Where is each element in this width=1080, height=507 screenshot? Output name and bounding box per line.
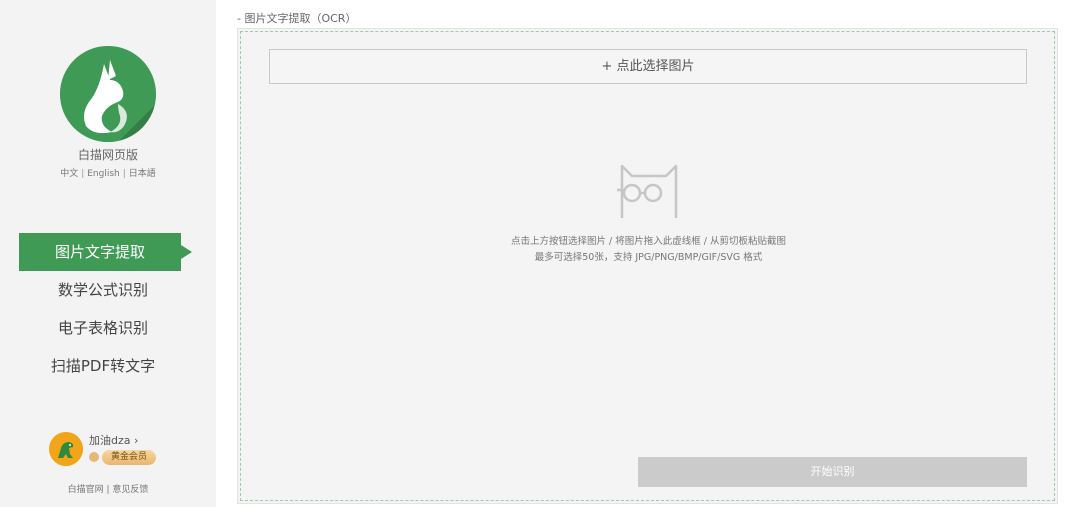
divider: | [81, 169, 85, 179]
lang-japanese[interactable]: 日本語 [129, 169, 156, 179]
vip-status: 黄金会员 [89, 449, 157, 465]
upload-hint-line1: 点击上方按钮选择图片 / 将图片拖入此虚线框 / 从剪切板粘贴截图 [511, 236, 786, 247]
dinosaur-avatar-icon [49, 432, 83, 466]
nav-item-label: 数学公式识别 [57, 281, 148, 299]
username-link[interactable]: 加油dza › [89, 432, 138, 448]
user-card: 加油dza › 黄金会员 [49, 432, 209, 472]
breadcrumb: - 图片文字提取（OCR） [237, 12, 357, 25]
upload-hint-line2: 最多可选择50张，支持 JPG/PNG/BMP/GIF/SVG 格式 [534, 252, 763, 263]
lang-english[interactable]: English [87, 169, 120, 179]
footer-links: 白描官网 | 意见反馈 [0, 482, 216, 495]
official-site-link[interactable]: 白描官网 [68, 485, 104, 495]
crown-icon [89, 452, 99, 462]
language-switcher: 中文 | English | 日本語 [0, 166, 216, 179]
chevron-right-icon: › [134, 434, 139, 447]
sidebar-nav: 图片文字提取 数学公式识别 电子表格识别 扫描PDF转文字 [0, 233, 216, 385]
upload-drop-zone[interactable]: + 点此选择图片 点击上方按钮选择图片 / 将图片拖入此虚线框 / 从剪切板粘贴… [237, 28, 1058, 504]
nav-item-label: 扫描PDF转文字 [50, 357, 156, 375]
baimiao-logo[interactable] [60, 46, 156, 142]
select-image-button[interactable]: + 点此选择图片 [269, 49, 1027, 84]
nav-item-math-formula[interactable]: 数学公式识别 [0, 271, 216, 309]
nav-item-pdf-to-text[interactable]: 扫描PDF转文字 [0, 347, 216, 385]
divider: | [122, 169, 126, 179]
nav-item-label: 电子表格识别 [57, 319, 148, 337]
feedback-link[interactable]: 意见反馈 [112, 485, 148, 495]
start-recognition-button[interactable]: 开始识别 [638, 457, 1027, 487]
nav-item-spreadsheet[interactable]: 电子表格识别 [0, 309, 216, 347]
vip-badge[interactable]: 黄金会员 [102, 449, 157, 465]
lang-chinese[interactable]: 中文 [60, 169, 78, 179]
dashed-border [240, 31, 1055, 501]
nav-item-image-text[interactable]: 图片文字提取 [19, 233, 192, 271]
nav-item-label: 图片文字提取 [54, 243, 145, 261]
avatar[interactable] [49, 432, 83, 466]
sidebar: 白描网页版 中文 | English | 日本語 图片文字提取 数学公式识别 电子表格识… [0, 0, 216, 507]
brand-name: 白描网页版 [77, 148, 138, 162]
cat-logo-icon [60, 46, 156, 142]
username: 加油dza [89, 434, 131, 447]
cat-glasses-icon [617, 164, 678, 218]
